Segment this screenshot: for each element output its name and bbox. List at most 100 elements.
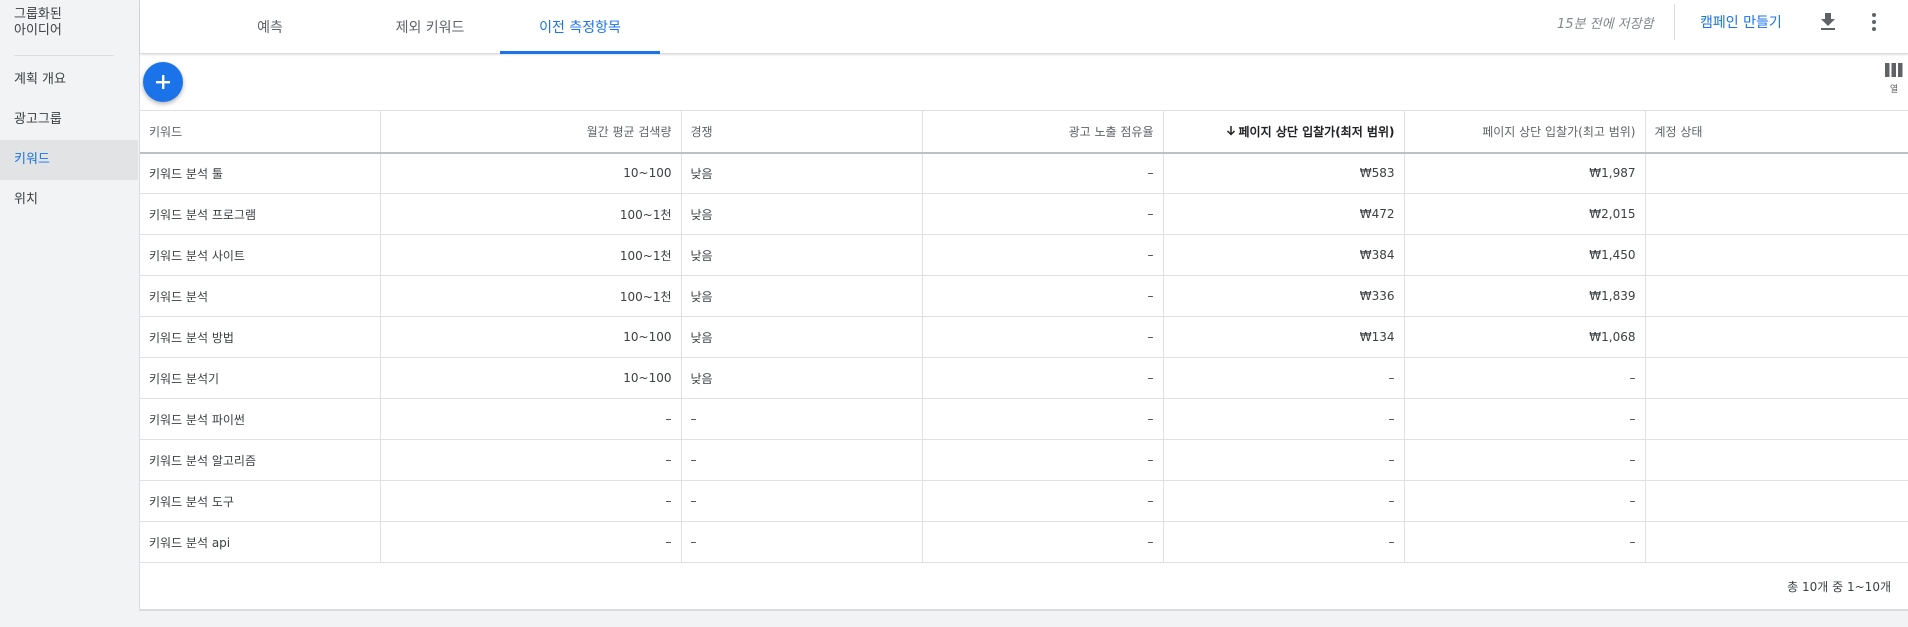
top-bid-high-cell: – — [1404, 480, 1646, 522]
avg-searches-cell: 100~1천 — [380, 275, 682, 317]
top-bid-high-cell: – — [1404, 439, 1646, 481]
column-header-top-bid-low-label: 페이지 상단 입찰가(최저 범위) — [1238, 124, 1395, 139]
keyword-cell[interactable]: 키워드 분석 툴 — [140, 152, 381, 194]
more-vert-icon[interactable] — [1862, 10, 1886, 34]
top-bid-high-cell: ₩1,987 — [1404, 152, 1646, 194]
competition-cell: – — [681, 398, 923, 440]
column-header-top-bid-low[interactable]: 페이지 상단 입찰가(최저 범위) — [1163, 110, 1405, 154]
sidebar-group-title: 그룹화된 아이디어 — [0, 0, 138, 46]
sidebar-item-locations[interactable]: 위치 — [0, 180, 138, 220]
keyword-cell[interactable]: 키워드 분석 알고리즘 — [140, 439, 381, 481]
top-bid-high-cell: ₩2,015 — [1404, 193, 1646, 235]
account-status-cell — [1645, 357, 1908, 399]
avg-searches-cell: 10~100 — [380, 357, 682, 399]
column-header-account-status[interactable]: 계정 상태 — [1645, 110, 1908, 154]
top-bid-low-cell: – — [1163, 480, 1405, 522]
keyword-cell[interactable]: 키워드 분석 프로그램 — [140, 193, 381, 235]
create-campaign-button[interactable]: 캠페인 만들기 — [1700, 12, 1782, 32]
top-bid-low-cell: ₩134 — [1163, 316, 1405, 358]
table-row[interactable]: 키워드 분석 방법 10~100 낮음 – ₩134 ₩1,068 — [140, 316, 1908, 358]
competition-cell: 낮음 — [681, 316, 923, 358]
account-status-cell — [1645, 152, 1908, 194]
sidebar-item-keywords[interactable]: 키워드 — [0, 140, 138, 180]
competition-cell: – — [681, 521, 923, 563]
column-header-avg-monthly-searches[interactable]: 월간 평균 검색량 — [380, 110, 682, 154]
competition-cell: – — [681, 439, 923, 481]
add-keyword-button[interactable] — [143, 62, 183, 102]
tab-forecast[interactable]: 예측 — [220, 0, 320, 54]
top-bid-low-cell: – — [1163, 439, 1405, 481]
top-bid-low-cell: ₩472 — [1163, 193, 1405, 235]
top-bid-high-cell: ₩1,839 — [1404, 275, 1646, 317]
keyword-cell[interactable]: 키워드 분석 사이트 — [140, 234, 381, 276]
avg-searches-cell: 100~1천 — [380, 234, 682, 276]
account-status-cell — [1645, 193, 1908, 235]
top-bid-low-cell: – — [1163, 398, 1405, 440]
column-header-keyword[interactable]: 키워드 — [140, 110, 381, 154]
impression-share-cell: – — [922, 439, 1164, 481]
keyword-cell[interactable]: 키워드 분석 파이썬 — [140, 398, 381, 440]
keyword-cell[interactable]: 키워드 분석 방법 — [140, 316, 381, 358]
account-status-cell — [1645, 439, 1908, 481]
table-row[interactable]: 키워드 분석 api – – – – – — [140, 521, 1908, 563]
impression-share-cell: – — [922, 152, 1164, 194]
table-body: 키워드 분석 툴 10~100 낮음 – ₩583 ₩1,987 키워드 분석 프로그램 10… — [140, 152, 1908, 563]
top-bid-low-cell: ₩336 — [1163, 275, 1405, 317]
account-status-cell — [1645, 275, 1908, 317]
keyword-cell[interactable]: 키워드 분석 — [140, 275, 381, 317]
table-row[interactable]: 키워드 분석 100~1천 낮음 – ₩336 ₩1,839 — [140, 275, 1908, 317]
table-row[interactable]: 키워드 분석 프로그램 100~1천 낮음 – ₩472 ₩2,015 — [140, 193, 1908, 235]
column-header-competition[interactable]: 경쟁 — [681, 110, 923, 154]
impression-share-cell: – — [922, 316, 1164, 358]
table-row[interactable]: 키워드 분석 파이썬 – – – – – — [140, 398, 1908, 440]
download-icon[interactable] — [1816, 10, 1840, 34]
table-toolbar: 열 — [140, 54, 1908, 110]
avg-searches-cell: – — [380, 398, 682, 440]
competition-cell: 낮음 — [681, 275, 923, 317]
table-row[interactable]: 키워드 분석 알고리즘 – – – – – — [140, 439, 1908, 481]
competition-cell: 낮음 — [681, 152, 923, 194]
impression-share-cell: – — [922, 521, 1164, 563]
avg-searches-cell: – — [380, 480, 682, 522]
top-bid-high-cell: ₩1,450 — [1404, 234, 1646, 276]
tab-historical-metrics[interactable]: 이전 측정항목 — [500, 0, 660, 54]
top-bid-high-cell: ₩1,068 — [1404, 316, 1646, 358]
table-row[interactable]: 키워드 분석기 10~100 낮음 – – – — [140, 357, 1908, 399]
saved-status: 15분 전에 저장함 — [1557, 17, 1654, 32]
competition-cell: 낮음 — [681, 193, 923, 235]
columns-button[interactable]: 열 — [1882, 62, 1906, 95]
top-bid-low-cell: – — [1163, 357, 1405, 399]
keyword-table: 키워드 월간 평균 검색량 경쟁 광고 노출 점유율 페이지 상단 입찰가(최저… — [140, 110, 1908, 563]
tab-negative-keywords[interactable]: 제외 키워드 — [360, 0, 500, 54]
table-row[interactable]: 키워드 분석 사이트 100~1천 낮음 – ₩384 ₩1,450 — [140, 234, 1908, 276]
avg-searches-cell: 10~100 — [380, 152, 682, 194]
table-row[interactable]: 키워드 분석 도구 – – – – – — [140, 480, 1908, 522]
keyword-cell[interactable]: 키워드 분석 api — [140, 521, 381, 563]
impression-share-cell: – — [922, 480, 1164, 522]
impression-share-cell: – — [922, 275, 1164, 317]
sidebar-item-ad-groups[interactable]: 광고그룹 — [0, 100, 138, 140]
sidebar-nav: 계획 개요 광고그룹 키워드 위치 — [0, 60, 138, 220]
sidebar-item-plan-overview[interactable]: 계획 개요 — [0, 60, 138, 100]
sidebar-divider — [14, 55, 114, 56]
keyword-cell[interactable]: 키워드 분석 도구 — [140, 480, 381, 522]
columns-icon — [1885, 63, 1903, 77]
table-row[interactable]: 키워드 분석 툴 10~100 낮음 – ₩583 ₩1,987 — [140, 152, 1908, 194]
sidebar-group-title-line1: 그룹화된 — [14, 7, 62, 22]
account-status-cell — [1645, 234, 1908, 276]
top-bid-high-cell: – — [1404, 357, 1646, 399]
account-status-cell — [1645, 316, 1908, 358]
columns-label: 열 — [1889, 85, 1899, 95]
competition-cell: – — [681, 480, 923, 522]
impression-share-cell: – — [922, 234, 1164, 276]
top-bid-high-cell: – — [1404, 521, 1646, 563]
top-bid-low-cell: ₩583 — [1163, 152, 1405, 194]
impression-share-cell: – — [922, 398, 1164, 440]
impression-share-cell: – — [922, 193, 1164, 235]
impression-share-cell: – — [922, 357, 1164, 399]
avg-searches-cell: – — [380, 439, 682, 481]
keyword-cell[interactable]: 키워드 분석기 — [140, 357, 381, 399]
column-header-top-bid-high[interactable]: 페이지 상단 입찰가(최고 범위) — [1404, 110, 1646, 154]
table-header-row: 키워드 월간 평균 검색량 경쟁 광고 노출 점유율 페이지 상단 입찰가(최저… — [140, 110, 1908, 154]
column-header-impression-share[interactable]: 광고 노출 점유율 — [922, 110, 1164, 154]
